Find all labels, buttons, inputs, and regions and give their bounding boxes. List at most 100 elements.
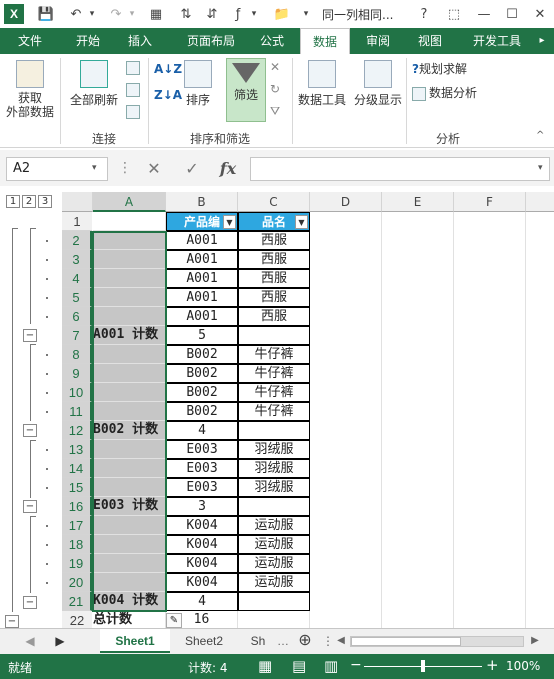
filter-dropdown-icon[interactable]: ▼ <box>295 215 308 229</box>
filter-button[interactable]: 筛选 <box>226 58 266 122</box>
cell-a[interactable] <box>93 535 166 554</box>
row-header[interactable]: 4 <box>62 269 92 288</box>
cell-c[interactable] <box>238 421 310 440</box>
more-sheets-icon[interactable]: … <box>276 629 290 653</box>
cell-c[interactable]: 西服 <box>238 250 310 269</box>
cell-a[interactable] <box>93 573 166 592</box>
close-icon[interactable]: ✕ <box>530 4 550 24</box>
advanced-filter-icon[interactable]: ⛛ <box>270 104 280 119</box>
page-break-view-icon[interactable]: ▥ <box>324 657 338 675</box>
zoom-in-button[interactable]: + <box>486 656 499 674</box>
cell-c[interactable]: 牛仔裤 <box>238 383 310 402</box>
select-all-corner[interactable] <box>62 192 93 212</box>
cell-c[interactable]: 运动服 <box>238 554 310 573</box>
table-icon[interactable]: ▦ <box>146 4 166 24</box>
zoom-out-button[interactable]: − <box>350 657 362 673</box>
cell-a[interactable] <box>93 364 166 383</box>
collapse-all-button[interactable]: − <box>5 615 19 628</box>
enter-icon[interactable]: ✓ <box>180 158 204 180</box>
cell-a[interactable] <box>93 516 166 535</box>
cell-b[interactable]: K004 <box>166 535 238 554</box>
reapply-filter-icon[interactable]: ↻ <box>270 82 280 96</box>
maximize-icon[interactable]: ☐ <box>502 4 522 24</box>
cancel-icon[interactable]: ✕ <box>142 158 166 180</box>
function-dropdown-icon[interactable]: ▾ <box>244 4 264 24</box>
outline-level-2-button[interactable]: 2 <box>22 195 36 208</box>
tab-review[interactable]: 审阅 <box>356 28 400 54</box>
row-header[interactable]: 18 <box>62 535 92 554</box>
column-header-f[interactable]: F <box>454 192 526 212</box>
tab-page-layout[interactable]: 页面布局 <box>176 28 246 54</box>
cell-c[interactable]: 运动服 <box>238 516 310 535</box>
row-header[interactable]: 1 <box>62 212 92 231</box>
scroll-right-icon[interactable]: ▶ <box>528 629 542 653</box>
cell-b[interactable]: B002 <box>166 364 238 383</box>
cell-a[interactable]: K004 计数 <box>93 592 166 611</box>
cell-c[interactable]: 西服 <box>238 307 310 326</box>
cell-a[interactable] <box>93 288 166 307</box>
column-header-g[interactable] <box>526 192 554 212</box>
tab-home[interactable]: 开始 <box>66 28 110 54</box>
sheet-tab-sheet1[interactable]: Sheet1 <box>100 629 170 653</box>
cell-b[interactable]: 5 <box>166 326 238 345</box>
cell-a[interactable] <box>93 212 166 231</box>
row-header[interactable]: 17 <box>62 516 92 535</box>
insert-function-button[interactable]: fx <box>216 158 240 180</box>
collapse-group-button[interactable]: − <box>23 424 37 437</box>
tab-formulas[interactable]: 公式 <box>250 28 294 54</box>
normal-view-icon[interactable]: ▦ <box>258 657 272 675</box>
row-header[interactable]: 9 <box>62 364 92 383</box>
properties-small-button[interactable] <box>126 82 143 97</box>
row-header[interactable]: 3 <box>62 250 92 269</box>
customize-qat-icon[interactable]: ▾ <box>296 4 316 24</box>
cell-a[interactable] <box>93 231 166 250</box>
cell-c[interactable]: 品名 ▼ <box>238 212 310 231</box>
column-header-e[interactable]: E <box>382 192 454 212</box>
tab-scroll-icon[interactable]: ▸ <box>532 28 552 54</box>
cell-b[interactable]: 3 <box>166 497 238 516</box>
tab-split-icon[interactable]: ⋮ <box>322 629 334 653</box>
cell-a[interactable] <box>93 307 166 326</box>
cell-b[interactable]: 4 <box>166 592 238 611</box>
row-header[interactable]: 11 <box>62 402 92 421</box>
cell-b[interactable]: A001 <box>166 231 238 250</box>
cell-c[interactable]: 羽绒服 <box>238 440 310 459</box>
cell-b[interactable]: K004 <box>166 573 238 592</box>
clear-filter-icon[interactable]: ✕ <box>270 60 280 74</box>
data-analysis-button[interactable]: 数据分析 <box>412 84 477 101</box>
minimize-icon[interactable]: — <box>474 4 494 24</box>
connections-small-button[interactable] <box>126 60 143 75</box>
row-header[interactable]: 8 <box>62 345 92 364</box>
cell-a[interactable] <box>93 440 166 459</box>
scroll-left-icon[interactable]: ◀ <box>334 629 348 653</box>
cell-b[interactable]: B002 <box>166 345 238 364</box>
cell-b[interactable]: A001 <box>166 307 238 326</box>
tab-file[interactable]: 文件 <box>8 28 52 54</box>
redo-dropdown-icon[interactable]: ▾ <box>122 4 142 24</box>
help-icon[interactable]: ? <box>414 4 434 24</box>
cell-c[interactable]: 牛仔裤 <box>238 364 310 383</box>
cell-c[interactable]: 羽绒服 <box>238 478 310 497</box>
solver-button[interactable]: ?规划求解 <box>412 60 467 77</box>
cell-c[interactable]: 运动服 <box>238 535 310 554</box>
cell-b[interactable]: K004 <box>166 554 238 573</box>
refresh-all-button[interactable]: 全部刷新 <box>66 60 122 108</box>
column-header-c[interactable]: C <box>238 192 310 212</box>
cell-a[interactable] <box>93 269 166 288</box>
prev-sheet-icon[interactable]: ◀ <box>22 629 38 653</box>
tab-view[interactable]: 视图 <box>408 28 452 54</box>
cell-b[interactable]: A001 <box>166 288 238 307</box>
cell-a[interactable] <box>93 345 166 364</box>
more-options-icon[interactable]: ⋮ <box>118 160 132 176</box>
cell-c[interactable]: 牛仔裤 <box>238 402 310 421</box>
tab-data[interactable]: 数据 <box>300 28 350 54</box>
zoom-level[interactable]: 100% <box>506 659 540 673</box>
name-box-dropdown-icon[interactable]: ▾ <box>92 163 97 173</box>
column-header-b[interactable]: B <box>166 192 238 212</box>
tab-developer[interactable]: 开发工具 <box>464 28 530 54</box>
outline-button[interactable]: 分级显示 <box>352 60 404 108</box>
cell-a[interactable] <box>93 459 166 478</box>
page-layout-view-icon[interactable]: ▤ <box>292 657 306 675</box>
row-header[interactable]: 20 <box>62 573 92 592</box>
add-sheet-icon[interactable]: ⊕ <box>294 629 316 653</box>
